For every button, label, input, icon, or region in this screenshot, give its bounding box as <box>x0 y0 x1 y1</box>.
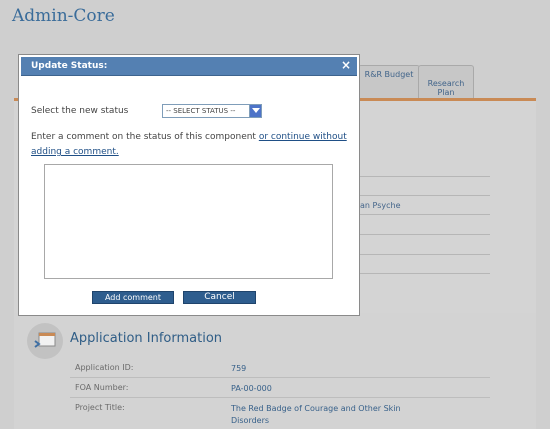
tab-research-plan[interactable]: Research Plan <box>418 65 474 99</box>
status-label: Select the new status <box>31 106 129 116</box>
info-value: The Red Badge of Courage and Other Skin … <box>231 404 401 425</box>
status-select[interactable]: -- SELECT STATUS -- <box>162 104 262 118</box>
dialog-title: Update Status: <box>31 61 108 71</box>
info-value: 759 <box>231 364 247 373</box>
chevron-down-icon[interactable] <box>249 105 261 117</box>
dialog-header[interactable]: Update Status: × <box>21 57 357 76</box>
info-value: PA-00-000 <box>231 384 272 393</box>
row-divider <box>358 254 490 255</box>
add-comment-button[interactable]: Add comment <box>92 291 174 304</box>
comment-prompt: Enter a comment on the status of this co… <box>31 132 259 142</box>
update-status-dialog: Update Status: × Select the new status -… <box>18 54 360 316</box>
application-info-icon <box>27 323 63 359</box>
tab-research-plan-label: Research Plan <box>427 79 465 97</box>
partial-field-value: an Psyche <box>360 201 401 210</box>
row-divider <box>358 176 490 177</box>
cancel-button[interactable]: Cancel <box>183 291 256 304</box>
row-divider <box>358 234 490 235</box>
info-row-application-id: Application ID: 759 <box>70 358 490 378</box>
info-row-foa-number: FOA Number: PA-00-000 <box>70 378 490 398</box>
close-icon[interactable]: × <box>341 58 351 72</box>
info-label: Project Title: <box>75 403 125 412</box>
comment-instructions: Enter a comment on the status of this co… <box>31 130 351 160</box>
comment-textarea[interactable] <box>44 164 333 279</box>
info-label: Application ID: <box>75 363 134 372</box>
page-title: Admin-Core <box>12 6 115 26</box>
tab-rr-budget[interactable]: R&R Budget <box>358 65 420 99</box>
info-row-project-title: Project Title: The Red Badge of Courage … <box>70 398 490 429</box>
tab-rr-budget-label: R&R Budget <box>364 70 414 79</box>
info-label: FOA Number: <box>75 383 129 392</box>
status-select-value: -- SELECT STATUS -- <box>166 107 236 115</box>
row-divider <box>358 273 490 274</box>
row-divider <box>358 195 490 196</box>
section-title: Application Information <box>70 331 223 346</box>
row-divider <box>358 214 490 215</box>
